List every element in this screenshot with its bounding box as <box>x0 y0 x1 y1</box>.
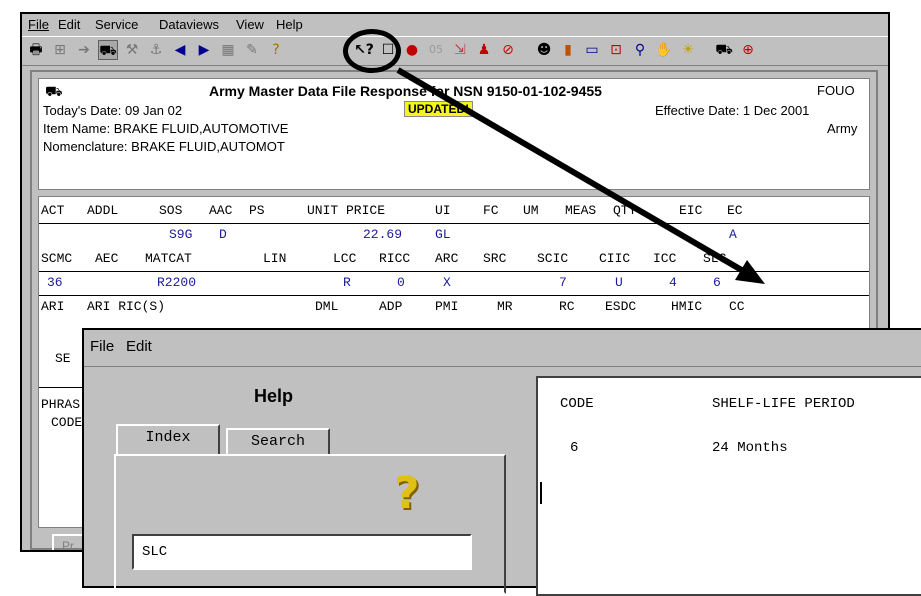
annotation-arrow <box>396 67 765 284</box>
arrow-shaft <box>396 67 747 275</box>
